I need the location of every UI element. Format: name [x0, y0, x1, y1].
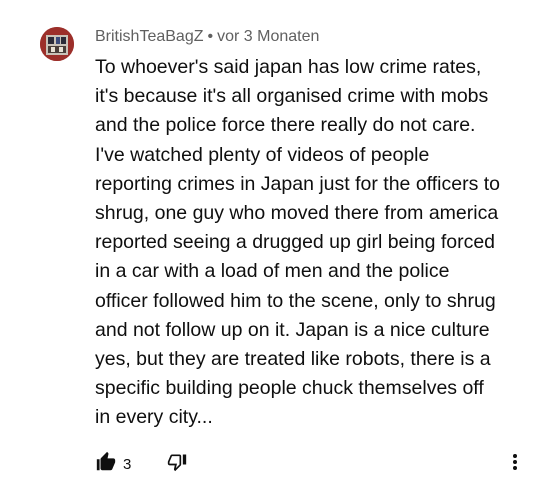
- like-button[interactable]: 3: [95, 451, 132, 478]
- like-count: 3: [123, 455, 132, 473]
- comment-timestamp[interactable]: vor 3 Monaten: [217, 28, 319, 45]
- dislike-button[interactable]: [167, 452, 189, 476]
- comment-text: To whoever's said japan has low crime ra…: [95, 56, 500, 429]
- meta-separator: •: [207, 28, 214, 45]
- comment-thread: BritishTeaBagZ • vor 3 Monaten To whoever'…: [0, 0, 540, 502]
- more-vertical-icon: [512, 453, 518, 476]
- comment-actions: 3: [95, 451, 525, 478]
- thumbs-up-icon: [95, 451, 117, 478]
- thumbs-down-icon: [167, 452, 187, 477]
- avatar[interactable]: [40, 27, 74, 61]
- more-options-button[interactable]: [505, 452, 525, 476]
- author-name[interactable]: BritishTeaBagZ: [95, 28, 204, 45]
- comment-header: BritishTeaBagZ • vor 3 Monaten: [95, 27, 319, 47]
